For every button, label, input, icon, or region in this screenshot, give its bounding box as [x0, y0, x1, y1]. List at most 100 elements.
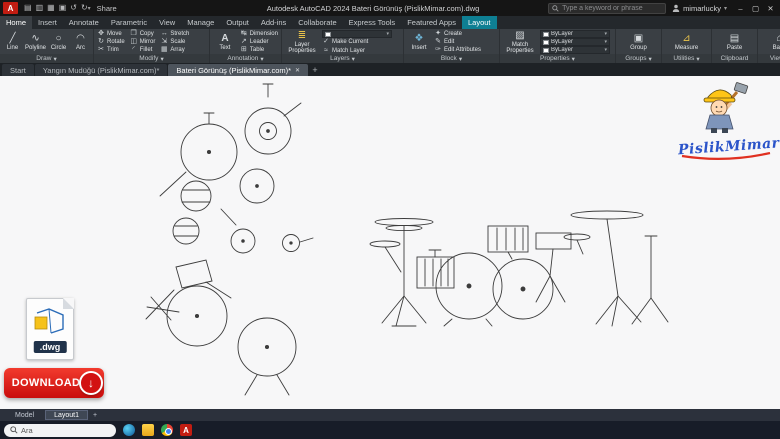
ribbon-panel-layers: ≣Layer Properties ▾ ✓Make Current≈Match …: [282, 29, 404, 63]
tab-layout-contextual[interactable]: Layout: [462, 16, 497, 29]
tab-express-tools[interactable]: Express Tools: [343, 16, 402, 29]
autocad-app-button[interactable]: A: [3, 2, 18, 14]
property-swatch: [543, 32, 549, 37]
copy-tool[interactable]: ❐Copy: [130, 30, 156, 38]
tool-label: Polyline: [25, 45, 46, 51]
tab-parametric[interactable]: Parametric: [105, 16, 153, 29]
array-tool[interactable]: ▦Array: [160, 46, 189, 54]
tab-output[interactable]: Output: [220, 16, 255, 29]
taskbar-search-input[interactable]: [21, 426, 110, 435]
groups-panel-label[interactable]: Groups▾: [616, 54, 661, 63]
tab-featured-apps[interactable]: Featured Apps: [401, 16, 462, 29]
match-layer-tool[interactable]: ≈Match Layer: [322, 47, 392, 54]
tool-label: Scale: [170, 38, 185, 46]
block-panel-label[interactable]: Block▾: [404, 54, 499, 63]
table-tool[interactable]: ⊞Table: [240, 46, 278, 53]
circle-tool[interactable]: ○Circle: [49, 30, 68, 53]
dwg-file-icon[interactable]: .dwg: [26, 298, 74, 360]
share-button[interactable]: Share: [97, 4, 117, 13]
match-properties-tool[interactable]: ▨Match Properties: [503, 30, 537, 53]
edit-block-tool[interactable]: ✎Edit: [434, 38, 481, 46]
dropdown-caret-icon: ▾: [604, 31, 607, 37]
tab-view[interactable]: View: [153, 16, 181, 29]
polyline-tool[interactable]: ∿Polyline: [25, 30, 46, 53]
file-explorer-icon[interactable]: [142, 424, 154, 436]
chrome-icon[interactable]: [161, 424, 173, 436]
new-file-icon[interactable]: ▤: [24, 2, 32, 14]
autocad-taskbar-icon[interactable]: A: [180, 424, 192, 436]
make-current-tool[interactable]: ✓Make Current: [322, 38, 392, 46]
object-color-dropdown[interactable]: ByLayer▾: [540, 30, 610, 38]
taskbar-search-box[interactable]: [4, 424, 116, 437]
leader-tool[interactable]: ↗Leader: [240, 38, 278, 46]
tab-collaborate[interactable]: Collaborate: [292, 16, 342, 29]
scale-tool[interactable]: ⇲Scale: [160, 38, 189, 46]
measure-tool[interactable]: ⊿Measure: [675, 30, 699, 53]
draw-panel-label[interactable]: Draw▾: [0, 54, 93, 63]
tool-icon: ▦: [160, 46, 168, 54]
edit-attributes-tool[interactable]: ✑Edit Attributes: [434, 46, 481, 53]
clipboard-panel-label[interactable]: Clipboard: [712, 54, 757, 63]
tab-addins[interactable]: Add-ins: [255, 16, 292, 29]
minimize-button[interactable]: –: [733, 0, 748, 16]
help-search-box[interactable]: [548, 3, 666, 14]
layer-properties-tool[interactable]: ≣Layer Properties: [285, 30, 319, 53]
file-tab-yangin[interactable]: Yangın Mudüğü (PislikMimar.com)*✕: [35, 64, 168, 76]
qat-overflow-caret-icon[interactable]: ▾: [88, 5, 91, 12]
file-tab-start[interactable]: Start✕: [2, 64, 34, 76]
properties-panel-label[interactable]: Properties▾: [500, 54, 615, 63]
new-drawing-tab-button[interactable]: +: [309, 64, 321, 76]
text-tool[interactable]: AText: [213, 30, 237, 53]
rotate-tool[interactable]: ↻Rotate: [97, 38, 125, 46]
layer-dropdown[interactable]: ▾: [322, 30, 392, 38]
tab-insert[interactable]: Insert: [32, 16, 63, 29]
tool-label: Rotate: [107, 38, 125, 46]
utilities-panel-label[interactable]: Utilities▾: [662, 54, 711, 63]
stretch-tool[interactable]: ↔Stretch: [160, 30, 189, 38]
download-button[interactable]: DOWNLOAD ↓: [4, 368, 104, 398]
tool-label: Measure: [675, 45, 698, 51]
drawing-canvas[interactable]: PislikMimar .dwg DOWNLOAD ↓: [0, 76, 780, 409]
trim-tool[interactable]: ✂Trim: [97, 46, 125, 54]
modify-panel-label[interactable]: Modify▾: [94, 54, 209, 63]
line-tool[interactable]: ╱Line: [3, 30, 22, 53]
group-tool[interactable]: ▣Group: [627, 30, 651, 53]
help-search-input[interactable]: [562, 5, 662, 12]
layout-tab-bar: Model Layout1 +: [0, 409, 780, 421]
model-tab[interactable]: Model: [6, 410, 43, 420]
insert-block-tool[interactable]: ❖Insert: [407, 30, 431, 53]
annotation-panel-label[interactable]: Annotation▾: [210, 54, 281, 63]
print-icon[interactable]: ▣: [59, 2, 67, 14]
tool-icon: ⇲: [160, 38, 168, 46]
close-button[interactable]: ✕: [763, 0, 778, 16]
maximize-button[interactable]: ▢: [748, 0, 763, 16]
layers-panel-label[interactable]: Layers▾: [282, 54, 403, 63]
tool-label: Layer Properties: [285, 42, 319, 54]
lineweight-dropdown[interactable]: ByLayer▾: [540, 38, 610, 46]
edge-icon[interactable]: [123, 424, 135, 436]
file-tab-bateri[interactable]: Bateri Görünüş (PislikMimar.com)*✕: [168, 64, 308, 76]
save-icon[interactable]: ▦: [47, 2, 55, 14]
fillet-tool[interactable]: ◜Fillet: [130, 46, 156, 54]
tool-icon: ✦: [434, 30, 442, 38]
move-tool[interactable]: ✥Move: [97, 30, 125, 38]
tab-home[interactable]: Home: [0, 16, 32, 29]
arc-tool[interactable]: ◠Arc: [71, 30, 90, 53]
account-menu[interactable]: mimarlucky ▾: [672, 4, 727, 13]
base-view-tool[interactable]: ⌂Base: [768, 30, 780, 53]
tab-annotate[interactable]: Annotate: [63, 16, 105, 29]
redo-icon[interactable]: ↻: [81, 2, 88, 14]
close-tab-icon[interactable]: ✕: [295, 67, 300, 74]
undo-icon[interactable]: ↺: [70, 2, 77, 14]
tool-label: Group: [630, 45, 647, 51]
create-block-tool[interactable]: ✦Create: [434, 30, 481, 38]
tab-manage[interactable]: Manage: [181, 16, 220, 29]
open-file-icon[interactable]: ▥: [36, 2, 44, 14]
paste-tool[interactable]: ▤Paste: [723, 30, 747, 53]
dimension-tool[interactable]: ↹Dimension: [240, 30, 278, 38]
new-layout-button[interactable]: +: [90, 410, 100, 420]
linetype-dropdown[interactable]: ByLayer▾: [540, 46, 610, 54]
view-panel-label[interactable]: View▾: [758, 54, 780, 63]
mirror-tool[interactable]: ◫Mirror: [130, 38, 156, 46]
layout1-tab[interactable]: Layout1: [45, 410, 88, 420]
